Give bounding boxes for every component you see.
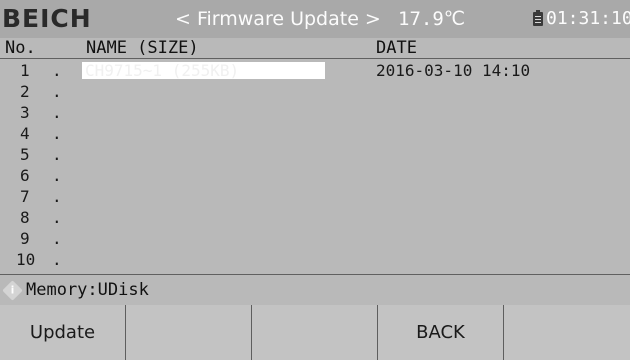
row-number: 8 [20,208,30,227]
softkey-bar: Update BACK [0,305,630,360]
row-separator: . [52,103,62,122]
row-number: 9 [20,229,30,248]
update-button[interactable]: Update [0,305,126,360]
file-row[interactable]: 5 . [0,144,630,165]
row-number: 10 [16,250,36,269]
row-number: 2 [20,82,30,101]
column-header-name: NAME (SIZE) [86,38,199,58]
status-bar: BEICH < Firmware Update > 17.9℃ 01:31:10 [0,0,630,38]
info-icon: i [2,280,23,301]
file-name: CH9715~1 (255KB) [82,62,325,79]
softkey-3[interactable] [252,305,378,360]
row-number: 6 [20,166,30,185]
battery-icon [533,10,543,26]
row-number: 1 [20,61,30,80]
file-row[interactable]: 7 . [0,186,630,207]
file-row[interactable]: 2 . [0,81,630,102]
row-number: 5 [20,145,30,164]
file-row[interactable]: 6 . [0,165,630,186]
softkey-2[interactable] [126,305,252,360]
row-number: 4 [20,124,30,143]
column-header-date: DATE [376,38,417,58]
file-row[interactable]: 8 . [0,207,630,228]
file-row[interactable]: 4 . [0,123,630,144]
row-separator: . [52,229,62,248]
memory-location: Memory:UDisk [26,280,149,300]
row-number: 3 [20,103,30,122]
file-row[interactable]: 10 . [0,249,630,270]
file-row[interactable]: 3 . [0,102,630,123]
page-title: < Firmware Update > [175,8,381,30]
row-number: 7 [20,187,30,206]
row-separator: . [52,124,62,143]
clock: 01:31:10 [546,8,630,29]
file-table-header: No. NAME (SIZE) DATE [0,38,630,59]
file-date: 2016-03-10 14:10 [376,61,531,80]
row-separator: . [52,250,62,269]
row-separator: . [52,61,62,80]
row-separator: . [52,208,62,227]
file-list: 1 . CH9715~1 (255KB) 2016-03-10 14:10 2 … [0,60,630,272]
softkey-5[interactable] [504,305,630,360]
back-button[interactable]: BACK [378,305,504,360]
row-separator: . [52,187,62,206]
file-row[interactable]: 9 . [0,228,630,249]
row-separator: . [52,166,62,185]
row-separator: . [52,82,62,101]
row-separator: . [52,145,62,164]
file-row[interactable]: 1 . CH9715~1 (255KB) 2016-03-10 14:10 [0,60,630,81]
brand-logo: BEICH [2,4,92,33]
column-header-no: No. [5,38,36,58]
temperature-readout: 17.9℃ [398,8,466,30]
memory-status-bar: i Memory:UDisk [0,274,630,306]
